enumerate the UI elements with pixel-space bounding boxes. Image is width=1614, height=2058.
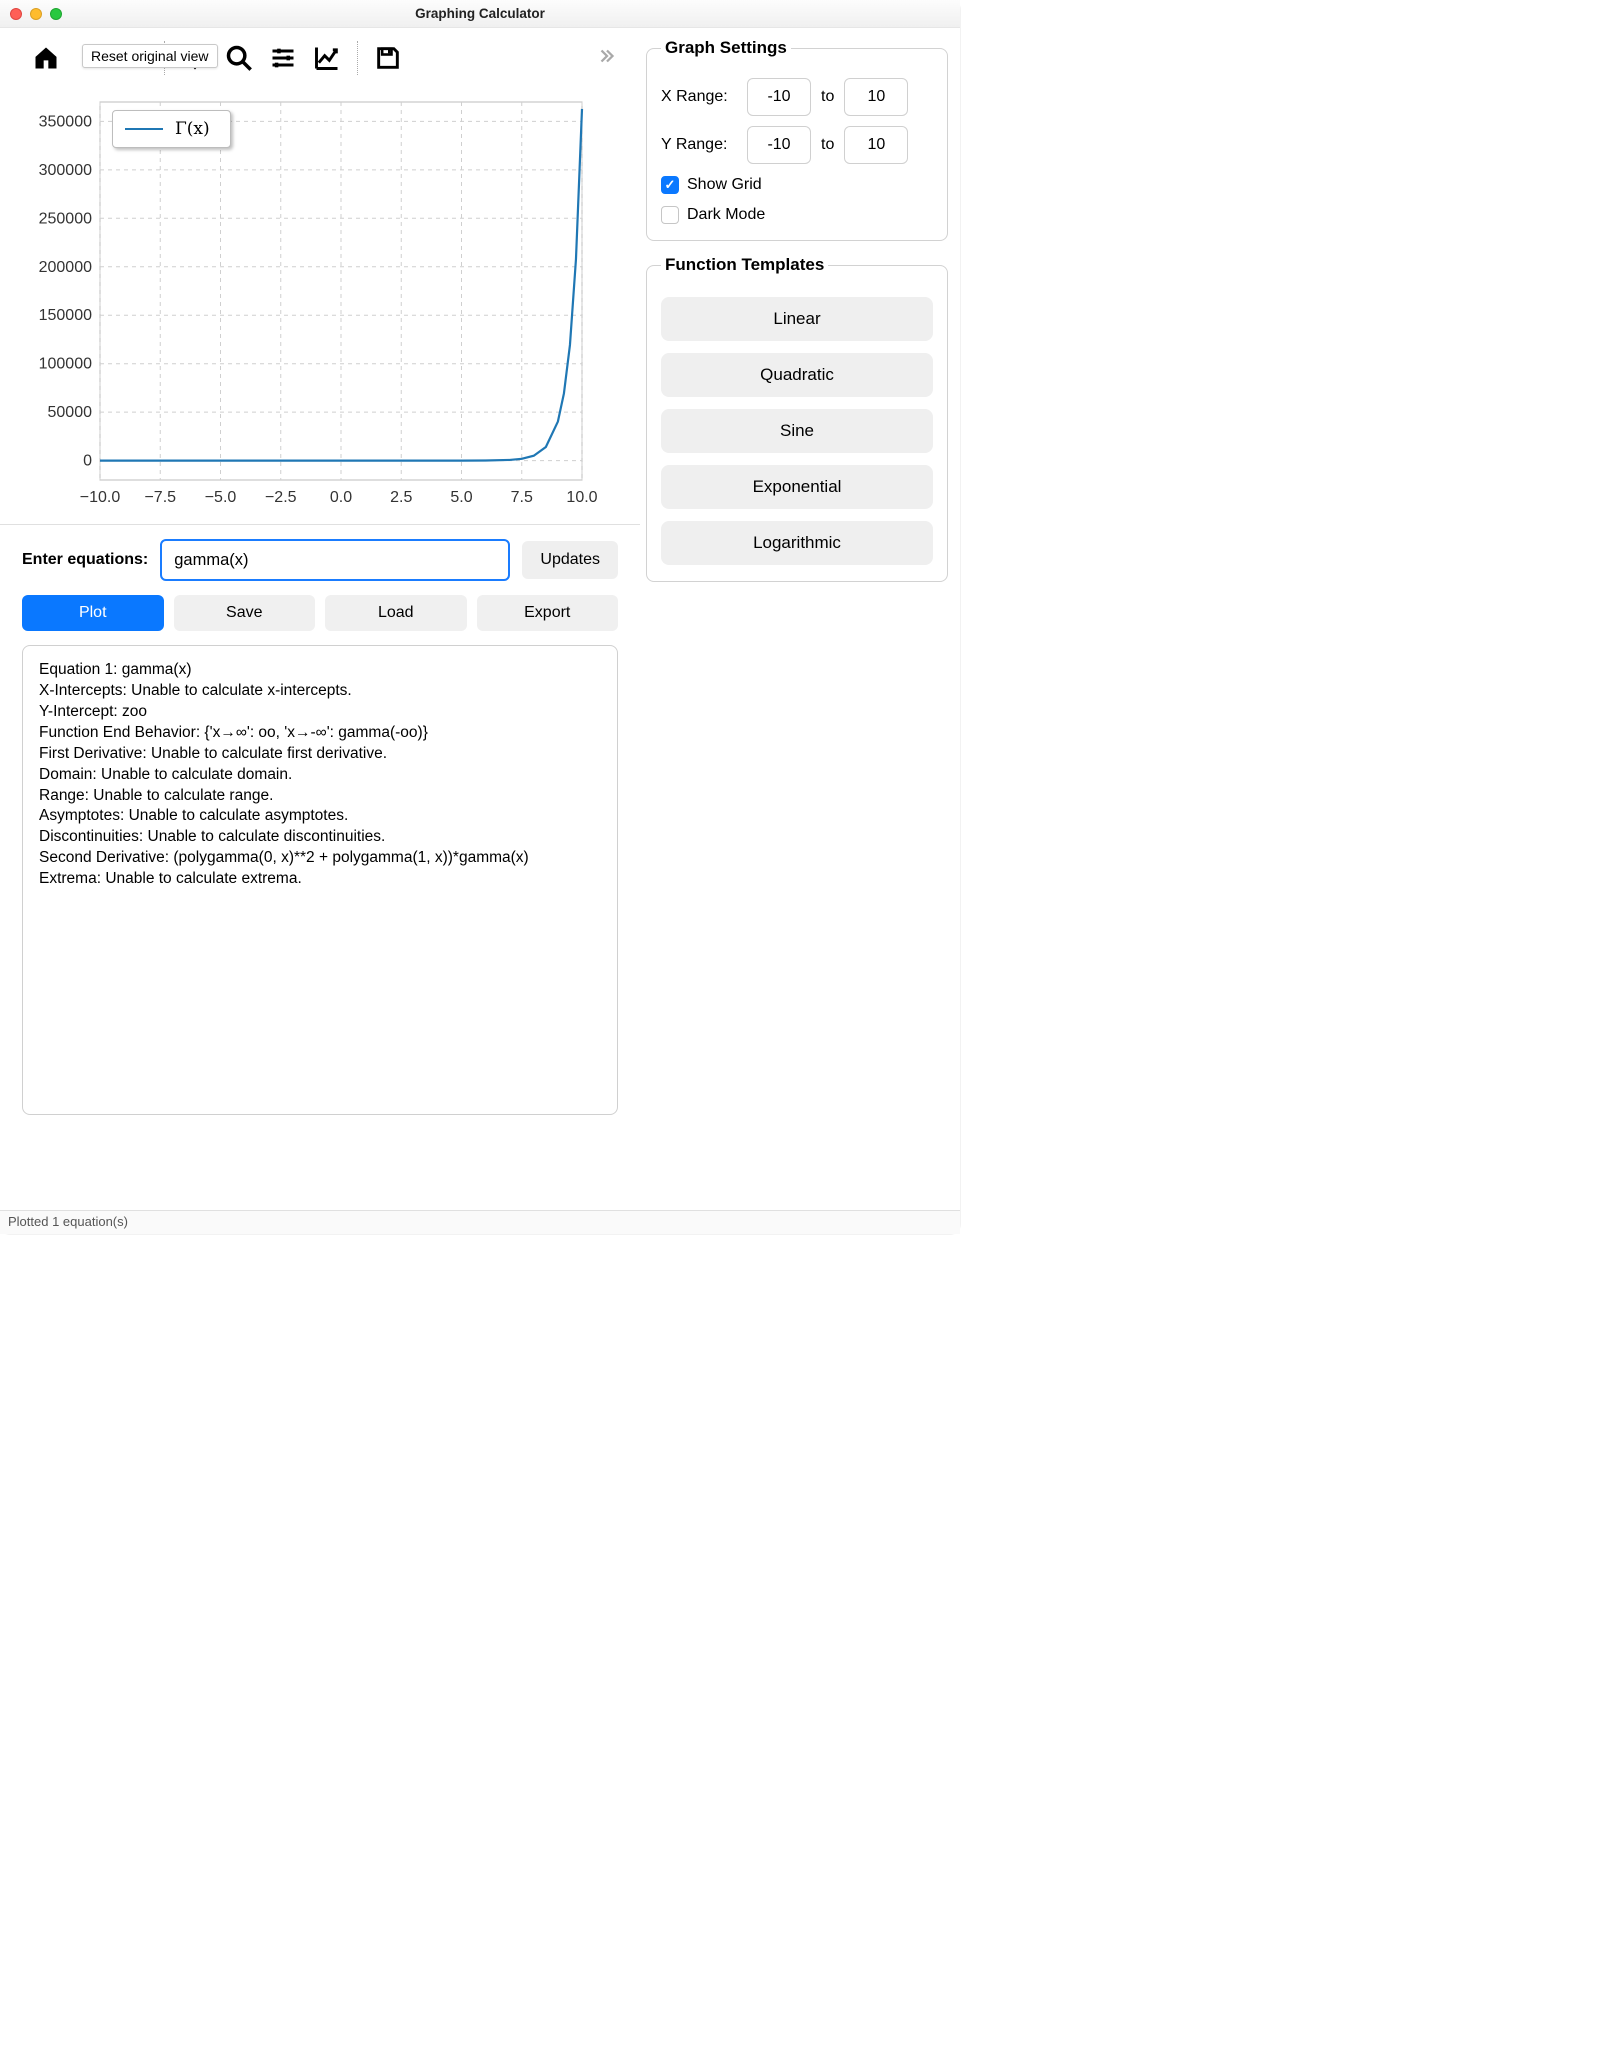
to-label: to — [821, 136, 834, 154]
ymin-input[interactable] — [747, 126, 811, 164]
save-button[interactable]: Save — [174, 595, 316, 631]
graph-settings-panel: Graph Settings X Range: to Y Range: to S… — [646, 38, 948, 241]
home-button[interactable] — [24, 38, 68, 78]
svg-text:300000: 300000 — [39, 162, 92, 179]
svg-text:250000: 250000 — [39, 210, 92, 227]
xmin-input[interactable] — [747, 78, 811, 116]
template-sine-button[interactable]: Sine — [661, 409, 933, 453]
svg-text:350000: 350000 — [39, 113, 92, 130]
equation-label: Enter equations: — [22, 551, 148, 569]
ymax-input[interactable] — [844, 126, 908, 164]
to-label: to — [821, 88, 834, 106]
chart-area[interactable]: −10.0 −7.5 −5.0 −2.5 0.0 2.5 5.0 7.5 10.0 0 50000 1… — [22, 92, 618, 512]
window-title: Graphing Calculator — [10, 6, 950, 21]
zoom-icon — [225, 44, 253, 72]
svg-text:200000: 200000 — [39, 259, 92, 276]
toolbar-separator — [357, 41, 358, 75]
svg-text:−7.5: −7.5 — [144, 489, 176, 506]
svg-text:50000: 50000 — [48, 404, 93, 421]
chart-line-icon — [313, 44, 341, 72]
svg-text:−2.5: −2.5 — [265, 489, 297, 506]
save-figure-button[interactable] — [366, 38, 410, 78]
edit-axes-button[interactable] — [305, 38, 349, 78]
load-button[interactable]: Load — [325, 595, 467, 631]
template-logarithmic-button[interactable]: Logarithmic — [661, 521, 933, 565]
configure-button[interactable] — [261, 38, 305, 78]
updates-button[interactable]: Updates — [522, 541, 618, 579]
window-close-icon[interactable] — [10, 8, 22, 20]
home-icon — [32, 44, 60, 72]
svg-text:0.0: 0.0 — [330, 489, 352, 506]
svg-text:5.0: 5.0 — [450, 489, 472, 506]
xrange-label: X Range: — [661, 88, 737, 106]
dark-mode-label: Dark Mode — [687, 206, 765, 224]
svg-text:2.5: 2.5 — [390, 489, 412, 506]
svg-text:0: 0 — [83, 453, 92, 470]
toolbar-tooltip: Reset original view — [82, 44, 218, 68]
show-grid-label: Show Grid — [687, 176, 762, 194]
zoom-button[interactable] — [217, 38, 261, 78]
plot-button[interactable]: Plot — [22, 595, 164, 631]
template-quadratic-button[interactable]: Quadratic — [661, 353, 933, 397]
chevron-double-right-icon — [596, 45, 618, 67]
dark-mode-checkbox[interactable] — [661, 206, 679, 224]
window-minimize-icon[interactable] — [30, 8, 42, 20]
show-grid-checkbox[interactable] — [661, 176, 679, 194]
sliders-icon — [269, 44, 297, 72]
templates-panel: Function Templates Linear Quadratic Sine… — [646, 255, 948, 582]
template-exponential-button[interactable]: Exponential — [661, 465, 933, 509]
toolbar-overflow-button[interactable] — [596, 45, 618, 72]
graph-settings-title: Graph Settings — [661, 38, 791, 58]
svg-text:150000: 150000 — [39, 307, 92, 324]
chart-legend: Γ(x) — [112, 110, 231, 148]
templates-title: Function Templates — [661, 255, 828, 275]
plot-toolbar: Reset original view — [0, 34, 640, 84]
analysis-output: Equation 1: gamma(x) X-Intercepts: Unabl… — [22, 645, 618, 1115]
xmax-input[interactable] — [844, 78, 908, 116]
svg-text:−10.0: −10.0 — [80, 489, 121, 506]
titlebar: Graphing Calculator — [0, 0, 960, 28]
equation-input[interactable] — [160, 539, 510, 581]
yrange-label: Y Range: — [661, 136, 737, 154]
status-bar: Plotted 1 equation(s) — [0, 1210, 960, 1234]
svg-text:10.0: 10.0 — [566, 489, 597, 506]
legend-swatch — [125, 128, 163, 130]
save-icon — [374, 44, 402, 72]
template-linear-button[interactable]: Linear — [661, 297, 933, 341]
window-zoom-icon[interactable] — [50, 8, 62, 20]
svg-text:100000: 100000 — [39, 356, 92, 373]
svg-text:7.5: 7.5 — [511, 489, 533, 506]
legend-label: Γ(x) — [175, 119, 210, 139]
svg-text:−5.0: −5.0 — [205, 489, 237, 506]
export-button[interactable]: Export — [477, 595, 619, 631]
